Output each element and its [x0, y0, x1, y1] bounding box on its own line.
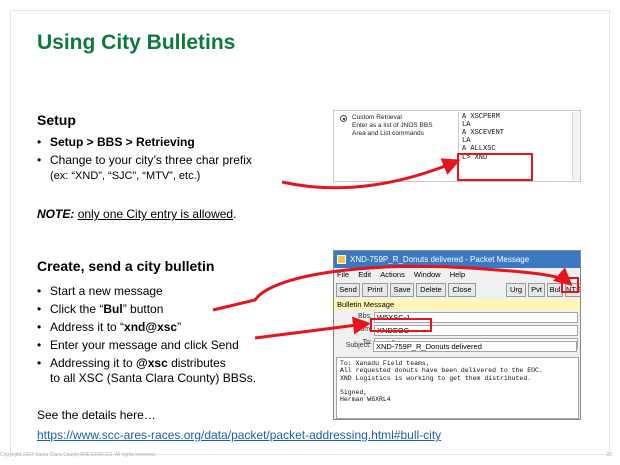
urgent-button[interactable]: Urg	[506, 283, 526, 297]
setup-item-1-text: Setup > BBS > Retrieving	[50, 135, 195, 149]
window-title: XND-759P_R_Donuts delivered - Packet Mes…	[350, 255, 530, 264]
private-button[interactable]: Pvt	[528, 283, 545, 297]
highlight-box-city	[457, 153, 533, 181]
create-item-5: Addressing it to @xsc distributesto all …	[37, 356, 297, 386]
details-text: See the details here…	[37, 408, 156, 422]
toolbar: Send Print Save Delete Close Urg Pvt Bul…	[334, 282, 580, 298]
setup-item-2-line1: Change to your city’s three char prefix	[50, 153, 252, 167]
retrieval-line: LA	[462, 137, 471, 146]
menu-file[interactable]: File	[337, 270, 349, 279]
create-item-2-pre: Click the “	[50, 302, 104, 316]
create-list: Start a new message Click the “Bul” butt…	[37, 284, 297, 389]
menu-window[interactable]: Window	[414, 270, 441, 279]
create-item-5-line2: to all XSC (Santa Clara County) BBSs.	[50, 371, 257, 385]
setup-item-2: Change to your city’s three char prefix …	[37, 153, 297, 184]
note-label: NOTE:	[37, 207, 75, 221]
create-item-3-pre: Address it to “	[50, 320, 125, 334]
retrieval-line: A XSCPERM	[462, 113, 500, 121]
slide: Using City Bulletins Setup Setup > BBS >…	[0, 0, 620, 465]
highlight-box-bul	[561, 277, 579, 293]
setup-item-2-line2: (ex: “XND”, “SJC”, “MTV”, etc.)	[50, 170, 201, 182]
subject-label: Subject:	[345, 342, 371, 349]
print-button[interactable]: Print	[362, 283, 388, 297]
create-item-2-bold: Bul	[103, 302, 123, 316]
retrieval-label: Custom Retrieval Enter as a list of JNOS…	[352, 114, 442, 137]
message-window: XND-759P_R_Donuts delivered - Packet Mes…	[333, 250, 581, 420]
from-label: From:	[353, 326, 372, 333]
retrieval-scrollbar[interactable]	[572, 112, 580, 180]
custom-retrieval-radio[interactable]	[340, 115, 347, 122]
create-item-3-bold: xnd@xsc	[124, 320, 178, 334]
delete-button[interactable]: Delete	[416, 283, 446, 297]
menu-actions[interactable]: Actions	[380, 270, 405, 279]
message-body[interactable]: To: Xanadu Field teams, All requested do…	[336, 357, 579, 419]
close-button[interactable]: Close	[448, 283, 476, 297]
create-item-2-post: ” button	[122, 302, 164, 316]
retrieval-panel: Custom Retrieval Enter as a list of JNOS…	[333, 110, 581, 182]
bulletin-banner: Bulletin Message	[334, 299, 580, 310]
setup-heading: Setup	[37, 112, 76, 128]
setup-item-1: Setup > BBS > Retrieving	[37, 135, 297, 150]
save-button[interactable]: Save	[390, 283, 414, 297]
create-item-5-post: distributes	[167, 356, 226, 370]
highlight-box-address	[370, 318, 432, 332]
retrieval-desc: Enter as a list of JNOS BBS Area and Lis…	[352, 121, 433, 137]
create-item-3-post: ”	[177, 320, 182, 334]
bbs-label: Bbs:	[357, 313, 372, 320]
menu-help[interactable]: Help	[450, 270, 465, 279]
create-heading: Create, send a city bulletin	[37, 258, 215, 274]
slide-title: Using City Bulletins	[37, 31, 236, 54]
send-button[interactable]: Send	[336, 283, 360, 297]
menu-edit[interactable]: Edit	[358, 270, 371, 279]
footer-copyright: Copyright 2024 Santa Clara County ARES/R…	[0, 452, 157, 458]
note-text: only one City entry is allowed	[77, 207, 234, 221]
create-item-5-pre: Addressing it to	[50, 356, 137, 370]
menu-bar: File Edit Actions Window Help	[334, 268, 580, 281]
create-item-3: Address it to “xnd@xsc”	[37, 320, 297, 335]
create-item-4: Enter your message and click Send	[37, 338, 297, 353]
retrieval-line: LA	[462, 121, 471, 130]
create-item-1-text: Start a new message	[50, 284, 163, 298]
retrieval-line: A XSCEVENT	[462, 129, 505, 138]
setup-note: NOTE: only one City entry is allowed.	[37, 207, 237, 221]
footer-page-number: 22	[606, 452, 612, 458]
create-item-5-bold: @xsc	[136, 356, 168, 370]
retrieval-radio-label: Custom Retrieval	[352, 114, 402, 121]
details-link[interactable]: https://www.scc-ares-races.org/data/pack…	[37, 428, 441, 442]
setup-list: Setup > BBS > Retrieving Change to your …	[37, 135, 297, 187]
create-item-2: Click the “Bul” button	[37, 302, 297, 317]
create-item-4-text: Enter your message and click Send	[50, 338, 239, 352]
app-icon	[337, 255, 346, 264]
window-titlebar: XND-759P_R_Donuts delivered - Packet Mes…	[334, 251, 580, 268]
subject-field[interactable]: XND-759P_R_Donuts delivered	[373, 341, 577, 352]
create-item-1: Start a new message	[37, 284, 297, 299]
